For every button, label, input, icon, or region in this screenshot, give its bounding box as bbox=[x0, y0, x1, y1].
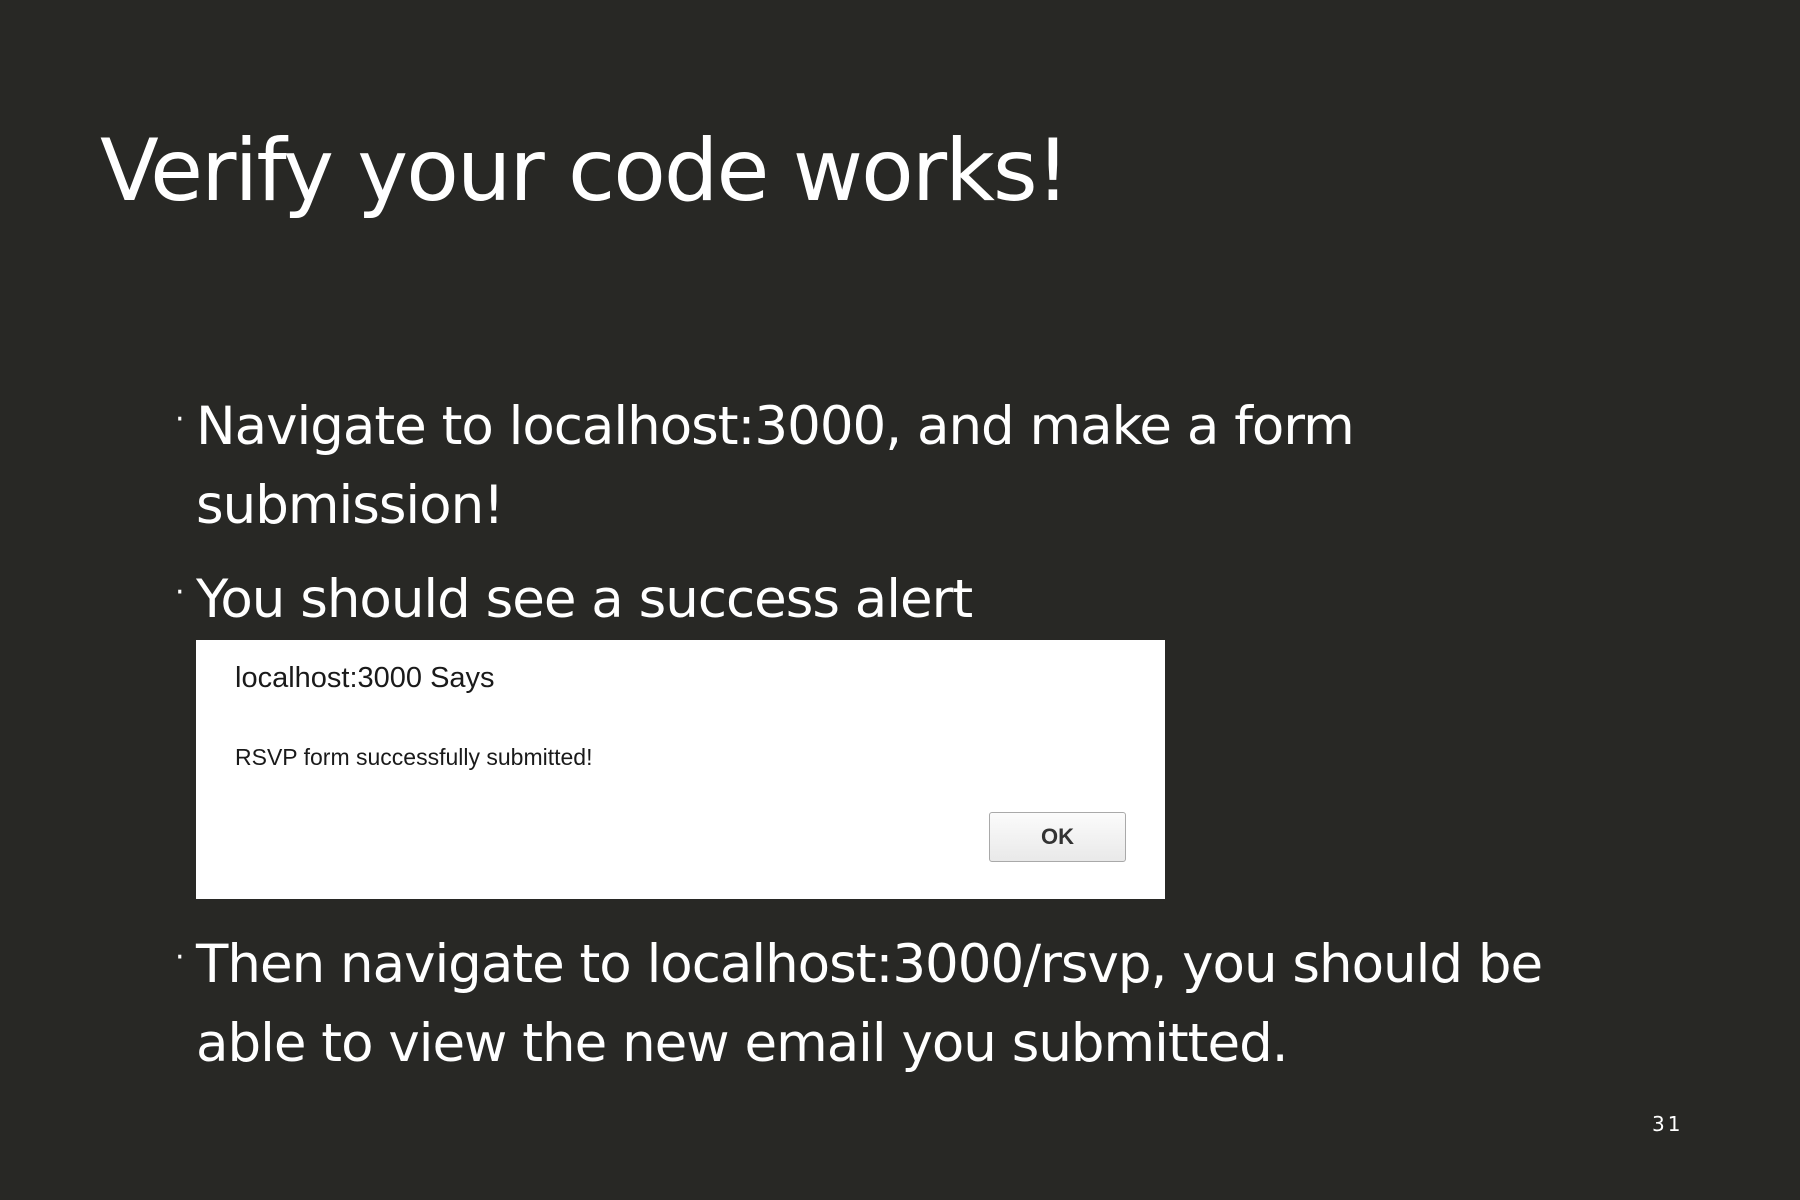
bullet-success-alert: · You should see a success alert bbox=[175, 560, 973, 639]
slide-title: Verify your code works! bbox=[100, 121, 1070, 221]
bullet-text-line: able to view the new email you submitted… bbox=[196, 1013, 1289, 1074]
bullet-view-rsvp: · Then navigate to localhost:3000/rsvp, … bbox=[175, 925, 1543, 1083]
bullet-marker: · bbox=[175, 575, 184, 610]
bullet-text-line: You should see a success alert bbox=[196, 569, 973, 630]
bullet-marker: · bbox=[175, 940, 184, 975]
bullet-text-line: Navigate to localhost:3000, and make a f… bbox=[196, 396, 1355, 457]
page-number: 31 bbox=[1652, 1112, 1684, 1136]
ok-button[interactable]: OK bbox=[989, 812, 1126, 862]
bullet-marker: · bbox=[175, 402, 184, 437]
bullet-text-line: Then navigate to localhost:3000/rsvp, yo… bbox=[196, 934, 1543, 995]
alert-message: RSVP form successfully submitted! bbox=[235, 744, 593, 770]
bullet-text-line: submission! bbox=[196, 475, 504, 536]
alert-dialog: localhost:3000 Says RSVP form successful… bbox=[196, 640, 1165, 899]
alert-title: localhost:3000 Says bbox=[235, 662, 495, 694]
bullet-navigate: · Navigate to localhost:3000, and make a… bbox=[175, 387, 1355, 545]
